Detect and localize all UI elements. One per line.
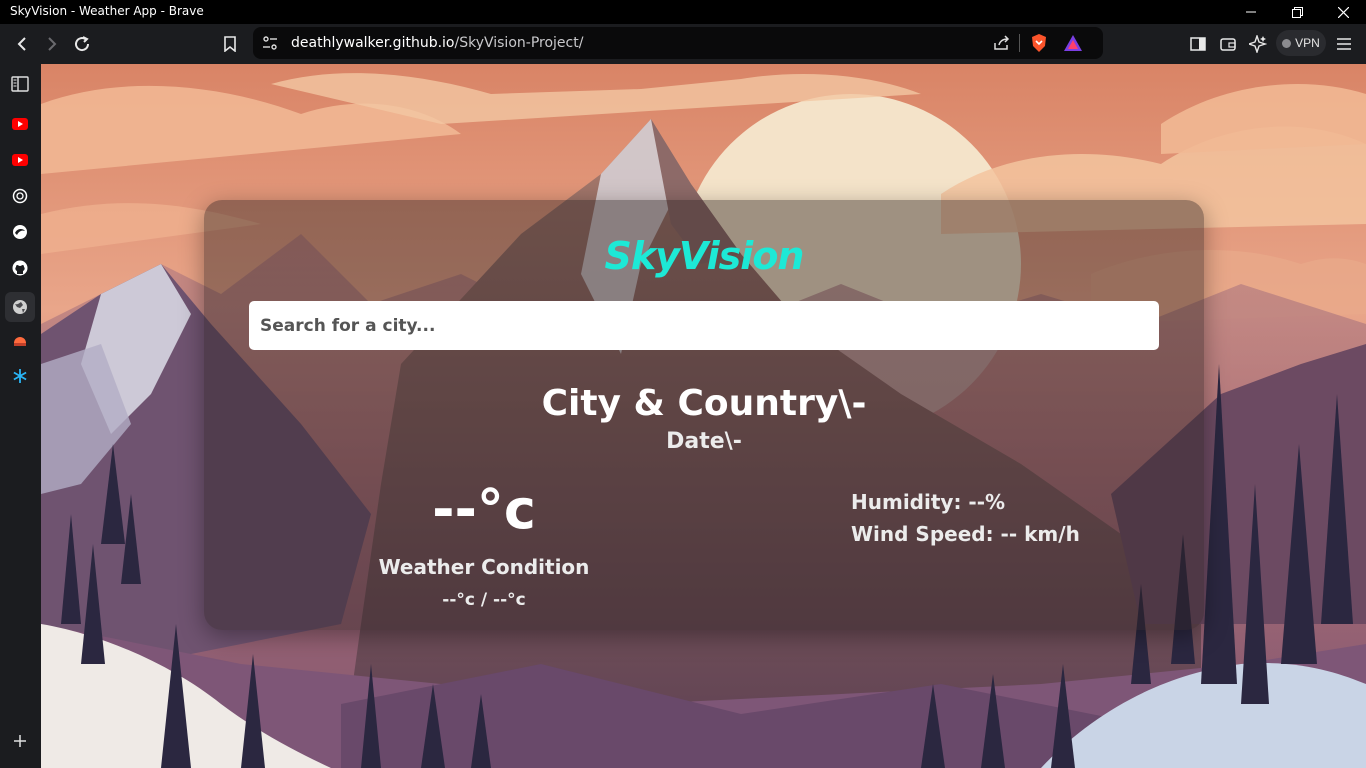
forward-button[interactable] bbox=[40, 32, 64, 56]
sidebar-item-skyvision[interactable] bbox=[8, 328, 32, 352]
sidebar-panel-icon bbox=[1190, 37, 1206, 51]
restore-icon bbox=[1291, 6, 1303, 18]
opera-gx-icon bbox=[13, 225, 27, 239]
sidebar-toggle-button[interactable] bbox=[1186, 32, 1210, 56]
minimize-button[interactable] bbox=[1228, 0, 1274, 24]
back-button[interactable] bbox=[10, 32, 34, 56]
bookmark-icon bbox=[224, 36, 236, 52]
vpn-button[interactable]: VPN bbox=[1276, 30, 1326, 56]
sidebar-panel-button[interactable] bbox=[8, 72, 32, 96]
browser-toolbar: deathlywalker.github.io/SkyVision-Projec… bbox=[0, 24, 1366, 64]
back-arrow-icon bbox=[17, 37, 26, 51]
app-logo: SkyVision bbox=[604, 234, 805, 278]
close-window-button[interactable] bbox=[1320, 0, 1366, 24]
address-bar[interactable]: deathlywalker.github.io/SkyVision-Projec… bbox=[253, 27, 1103, 59]
github-icon bbox=[12, 260, 28, 276]
site-settings-icon bbox=[263, 36, 277, 50]
sidebar-item-globe[interactable] bbox=[5, 292, 35, 322]
minimize-icon bbox=[1246, 11, 1256, 13]
share-icon bbox=[994, 35, 1010, 50]
chatgpt-icon bbox=[12, 188, 28, 204]
vpn-label: VPN bbox=[1295, 36, 1320, 50]
url-divider bbox=[1019, 34, 1020, 52]
globe-icon bbox=[13, 300, 27, 314]
reload-icon bbox=[75, 36, 90, 52]
url-path: /SkyVision-Project/ bbox=[454, 35, 584, 51]
wind-speed-label: Wind Speed: -- km/h bbox=[851, 522, 1080, 546]
sidebar-item-opera[interactable] bbox=[8, 220, 32, 244]
browser-sidebar bbox=[0, 64, 41, 768]
temperature-value: --°c bbox=[432, 478, 536, 541]
wallet-button[interactable] bbox=[1216, 32, 1240, 56]
weather-condition-label: Weather Condition bbox=[378, 555, 590, 579]
vpn-status-dot bbox=[1282, 38, 1292, 48]
snowflake-icon bbox=[13, 369, 27, 383]
temperature-range: --°c / --°c bbox=[442, 590, 526, 610]
sidebar-item-chatgpt[interactable] bbox=[8, 184, 32, 208]
restore-button[interactable] bbox=[1274, 0, 1320, 24]
sidebar-add-button[interactable] bbox=[8, 729, 32, 753]
wallet-icon bbox=[1220, 38, 1236, 51]
hamburger-menu-icon bbox=[1337, 38, 1351, 50]
weather-card: SkyVision City & Country\- Date\- --°c W… bbox=[204, 200, 1204, 630]
sidebar-item-snowflake[interactable] bbox=[8, 364, 32, 388]
city-search-input[interactable] bbox=[249, 301, 1159, 350]
sidebar-panel-icon bbox=[11, 76, 29, 92]
humidity-label: Humidity: --% bbox=[851, 490, 1006, 514]
close-icon bbox=[1337, 6, 1349, 18]
main-menu-button[interactable] bbox=[1332, 32, 1356, 56]
sidebar-item-github[interactable] bbox=[8, 256, 32, 280]
sparkle-icon bbox=[1249, 35, 1267, 53]
window-titlebar: SkyVision - Weather App - Brave bbox=[0, 0, 1366, 24]
bookmark-button[interactable] bbox=[218, 32, 242, 56]
forward-arrow-icon bbox=[48, 37, 57, 51]
brave-shields-icon bbox=[1032, 34, 1046, 52]
city-country-label: City & Country\- bbox=[541, 383, 867, 424]
leo-ai-button[interactable] bbox=[1246, 32, 1270, 56]
reload-button[interactable] bbox=[70, 32, 94, 56]
sidebar-item-youtube-2[interactable] bbox=[8, 148, 32, 172]
window-title: SkyVision - Weather App - Brave bbox=[10, 4, 204, 18]
skyvision-icon bbox=[14, 337, 26, 346]
youtube-icon bbox=[12, 154, 28, 166]
sidebar-item-youtube[interactable] bbox=[8, 112, 32, 136]
date-label: Date\- bbox=[666, 429, 742, 454]
youtube-icon bbox=[12, 118, 28, 130]
brave-rewards-icon bbox=[1064, 35, 1082, 51]
url-text[interactable]: deathlywalker.github.io/SkyVision-Projec… bbox=[291, 35, 583, 51]
web-page: SkyVision City & Country\- Date\- --°c W… bbox=[41, 64, 1366, 768]
plus-icon bbox=[14, 735, 26, 747]
url-host: deathlywalker.github.io bbox=[291, 35, 455, 51]
